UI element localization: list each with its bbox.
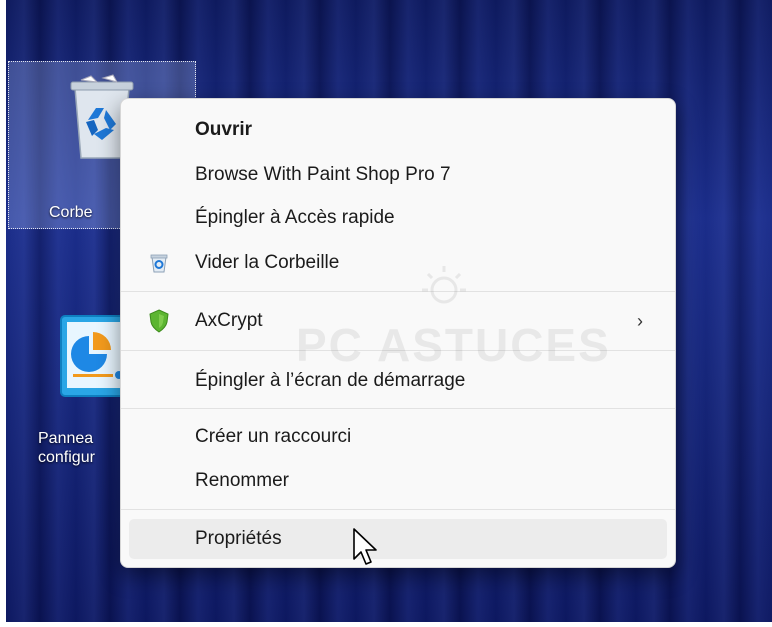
menu-item-properties[interactable]: Propriétés: [129, 519, 667, 559]
menu-item-empty-recycle-bin[interactable]: Vider la Corbeille: [129, 243, 667, 283]
menu-item-axcrypt[interactable]: AxCrypt ›: [129, 301, 667, 341]
menu-separator: [121, 291, 675, 292]
menu-item-label: Renommer: [195, 470, 289, 491]
menu-item-label: Créer un raccourci: [195, 426, 352, 447]
menu-item-rename[interactable]: Renommer: [129, 461, 667, 501]
submenu-arrow-icon: ›: [637, 310, 643, 331]
axcrypt-shield-icon: [149, 309, 169, 333]
menu-item-label: Propriétés: [195, 528, 282, 549]
menu-separator: [121, 350, 675, 351]
recycle-bin-small-icon: [150, 254, 168, 273]
menu-item-open[interactable]: Ouvrir: [129, 110, 667, 150]
menu-item-browse-paint-shop-pro[interactable]: Browse With Paint Shop Pro 7: [129, 155, 667, 195]
menu-item-pin-quick-access[interactable]: Épingler à Accès rapide: [129, 198, 667, 238]
mouse-cursor-icon: [353, 528, 377, 565]
menu-item-create-shortcut[interactable]: Créer un raccourci: [129, 417, 667, 457]
menu-item-label: Épingler à Accès rapide: [195, 207, 395, 228]
menu-item-label: Vider la Corbeille: [195, 252, 340, 273]
menu-item-label: Épingler à l’écran de démarrage: [195, 370, 466, 391]
menu-item-label: Browse With Paint Shop Pro 7: [195, 164, 451, 185]
menu-separator: [121, 408, 675, 409]
menu-separator: [121, 509, 675, 510]
context-menu: Ouvrir Browse With Paint Shop Pro 7 Épin…: [120, 98, 676, 568]
menu-item-pin-start[interactable]: Épingler à l’écran de démarrage: [129, 361, 667, 401]
menu-item-label: AxCrypt: [195, 310, 263, 331]
menu-item-label: Ouvrir: [195, 119, 253, 140]
